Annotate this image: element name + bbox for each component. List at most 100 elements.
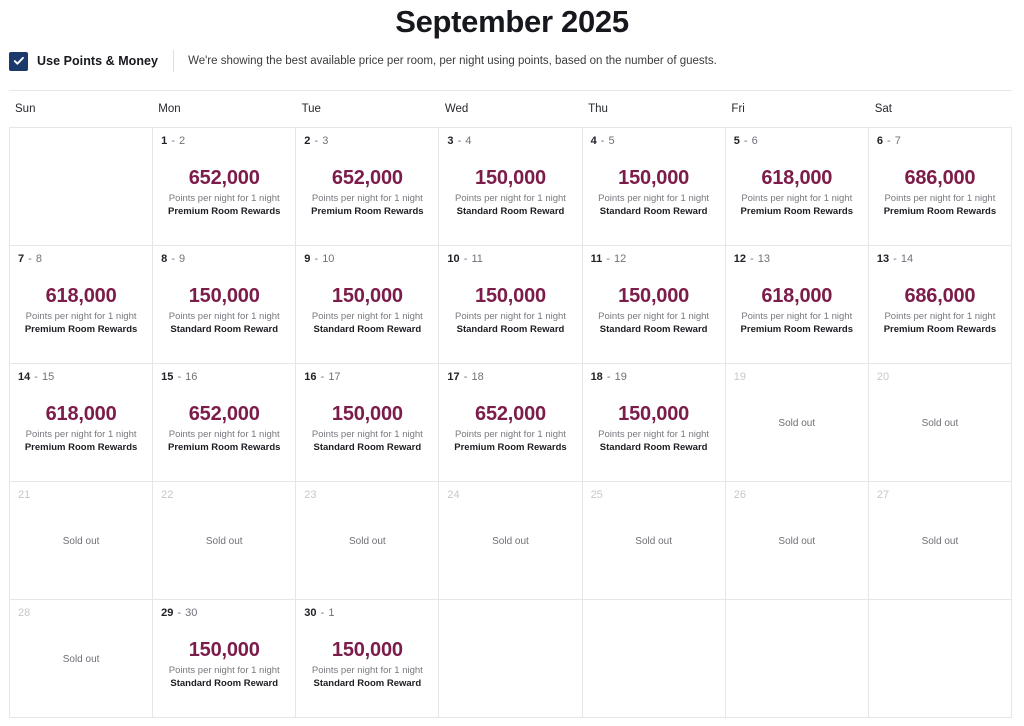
- sold-out-status: Sold out: [921, 418, 959, 429]
- calendar-cell-available[interactable]: 14 - 15 618,000 Points per night for 1 nig…: [10, 364, 154, 482]
- day-number-end: 9: [179, 253, 186, 265]
- price-block: 618,000 Points per night for 1 night Premi…: [10, 402, 152, 454]
- calendar-cell-available[interactable]: 15 - 16 652,000 Points per night for 1 nig…: [153, 364, 297, 482]
- calendar-cell-available[interactable]: 5 - 6 618,000 Points per night for 1 night…: [725, 128, 869, 246]
- day-range-dash: -: [460, 371, 471, 383]
- points-calendar-page: September 2025 Use Points & Money We're …: [0, 0, 1024, 726]
- room-type-label: Standard Room Reward: [599, 206, 708, 217]
- day-number-start: 30: [304, 607, 317, 619]
- calendar-cell-available[interactable]: 12 - 13 618,000 Points per night for 1 nig…: [725, 246, 869, 364]
- calendar-cell-available[interactable]: 13 - 14 686,000 Points per night for 1 nig…: [868, 246, 1012, 364]
- day-number-end: 1: [328, 607, 335, 619]
- day-range-dash: -: [174, 371, 185, 383]
- sold-out-status: Sold out: [62, 654, 100, 665]
- sold-out-status: Sold out: [921, 536, 959, 547]
- price-block: 150,000 Points per night for 1 night Stand…: [153, 638, 295, 690]
- points-price: 686,000: [904, 167, 976, 189]
- day-number: 7 - 8: [18, 253, 144, 266]
- day-number: 11 - 12: [591, 253, 717, 266]
- day-number-start: 22: [161, 489, 174, 501]
- price-subtext: Points per night for 1 night: [455, 193, 566, 204]
- use-points-money-checkbox[interactable]: [9, 51, 28, 71]
- calendar-cell-empty: [868, 600, 1012, 718]
- points-price: 618,000: [761, 285, 833, 307]
- points-description: We're showing the best available price p…: [188, 55, 717, 67]
- day-number-start: 23: [304, 489, 317, 501]
- calendar-cell-available[interactable]: 10 - 11 150,000 Points per night for 1 nig…: [439, 246, 583, 364]
- price-subtext: Points per night for 1 night: [455, 429, 566, 440]
- day-range-dash: -: [25, 253, 35, 265]
- day-number-start: 14: [18, 371, 31, 383]
- day-range-dash: -: [168, 253, 179, 265]
- calendar-grid: 1 - 2 652,000 Points per night for 1 night…: [9, 127, 1012, 718]
- day-number: 8 - 9: [161, 253, 287, 266]
- points-price: 150,000: [331, 403, 403, 425]
- vertical-divider: [173, 50, 175, 72]
- day-number: 22: [161, 489, 287, 502]
- day-number-start: 16: [304, 371, 317, 383]
- price-subtext: Points per night for 1 night: [741, 193, 853, 204]
- room-type-label: Standard Room Reward: [599, 442, 708, 453]
- price-block: 652,000 Points per night for 1 night Premi…: [296, 166, 438, 218]
- day-number: 6 - 7: [877, 135, 1003, 148]
- day-number-start: 5: [733, 135, 740, 147]
- calendar-cell-available[interactable]: 30 - 1 150,000 Points per night for 1 nigh…: [296, 600, 440, 718]
- calendar-cell-sold-out: 20 Sold out: [868, 364, 1012, 482]
- points-price: 150,000: [188, 639, 260, 661]
- price-subtext: Points per night for 1 night: [741, 311, 853, 322]
- room-type-label: Premium Room Rewards: [167, 206, 281, 217]
- points-price: 652,000: [331, 167, 403, 189]
- points-price: 686,000: [904, 285, 976, 307]
- room-type-label: Standard Room Reward: [456, 206, 565, 217]
- day-range-dash: -: [168, 135, 179, 147]
- calendar-cell-available[interactable]: 7 - 8 618,000 Points per night for 1 night…: [10, 246, 154, 364]
- calendar-cell-available[interactable]: 18 - 19 150,000 Points per night for 1 nig…: [582, 364, 726, 482]
- calendar-cell-sold-out: 21 Sold out: [10, 482, 154, 600]
- day-number: 15 - 16: [161, 371, 287, 384]
- day-range-dash: -: [454, 135, 465, 147]
- price-subtext: Points per night for 1 night: [598, 429, 710, 440]
- use-points-money-bar: Use Points & Money We're showing the bes…: [0, 46, 1024, 76]
- day-number-start: 27: [876, 489, 890, 501]
- room-type-label: Premium Room Rewards: [883, 206, 997, 217]
- calendar-cell-available[interactable]: 11 - 12 150,000 Points per night for 1 nig…: [582, 246, 726, 364]
- calendar-cell-available[interactable]: 2 - 3 652,000 Points per night for 1 night…: [296, 128, 440, 246]
- day-number-end: 16: [185, 371, 198, 383]
- day-number: 2 - 3: [304, 135, 430, 148]
- price-block: 150,000 Points per night for 1 night Stand…: [439, 166, 581, 218]
- day-number-end: 18: [471, 371, 484, 383]
- calendar-cell-available[interactable]: 9 - 10 150,000 Points per night for 1 nigh…: [296, 246, 440, 364]
- price-subtext: Points per night for 1 night: [598, 193, 710, 204]
- price-block: 150,000 Points per night for 1 night Stand…: [296, 402, 438, 454]
- price-block: 150,000 Points per night for 1 night Stand…: [296, 284, 438, 336]
- day-number-end: 15: [42, 371, 55, 383]
- room-type-label: Standard Room Reward: [313, 678, 422, 689]
- day-number: 16 - 17: [304, 371, 430, 384]
- calendar-cell-sold-out: 22 Sold out: [153, 482, 297, 600]
- day-number-end: 13: [757, 253, 770, 265]
- calendar-cell-available[interactable]: 1 - 2 652,000 Points per night for 1 night…: [153, 128, 297, 246]
- calendar-cell-available[interactable]: 3 - 4 150,000 Points per night for 1 night…: [439, 128, 583, 246]
- room-type-label: Standard Room Reward: [313, 442, 422, 453]
- day-range-dash: -: [890, 253, 900, 265]
- weekday-label-sat: Sat: [874, 103, 892, 115]
- calendar-cell-available[interactable]: 8 - 9 150,000 Points per night for 1 night…: [153, 246, 297, 364]
- day-number-end: 6: [751, 135, 758, 147]
- day-number-start: 20: [876, 371, 890, 383]
- day-number-start: 13: [876, 253, 890, 265]
- day-number: 12 - 13: [734, 253, 860, 266]
- calendar-cell-available[interactable]: 4 - 5 150,000 Points per night for 1 night…: [582, 128, 726, 246]
- day-number: 25: [591, 489, 717, 502]
- calendar-cell-available[interactable]: 29 - 30 150,000 Points per night for 1 nig…: [153, 600, 297, 718]
- price-block: 618,000 Points per night for 1 night Premi…: [726, 166, 868, 218]
- day-number: 14 - 15: [18, 371, 144, 384]
- price-subtext: Points per night for 1 night: [598, 311, 710, 322]
- calendar-cell-available[interactable]: 17 - 18 652,000 Points per night for 1 nig…: [439, 364, 583, 482]
- room-type-label: Premium Room Rewards: [740, 324, 853, 335]
- calendar-cell-empty: [439, 600, 583, 718]
- calendar-cell-available[interactable]: 6 - 7 686,000 Points per night for 1 night…: [868, 128, 1012, 246]
- price-subtext: Points per night for 1 night: [25, 311, 137, 322]
- calendar-cell-available[interactable]: 16 - 17 150,000 Points per night for 1 nig…: [296, 364, 440, 482]
- day-number-end: 10: [322, 253, 335, 265]
- day-number: 27: [877, 489, 1003, 502]
